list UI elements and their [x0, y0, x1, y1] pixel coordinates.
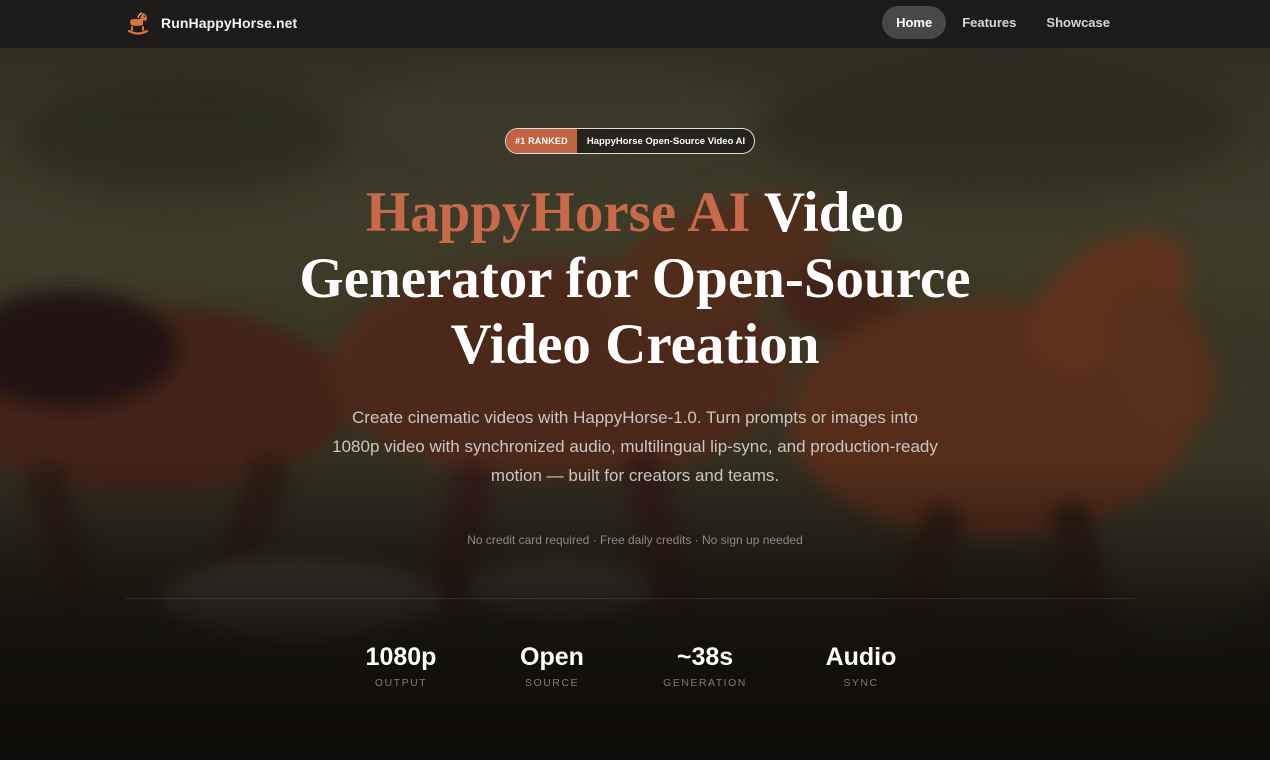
- headline-accent: HappyHorse AI: [365, 181, 751, 244]
- stat-generation: ~38s GENERATION: [635, 640, 775, 689]
- brand-logo-link[interactable]: RunHappyHorse.net: [125, 10, 297, 36]
- stat-value: Audio: [825, 643, 897, 671]
- stat-value: 1080p: [365, 643, 437, 671]
- stat-source: Open SOURCE: [482, 640, 622, 689]
- badge-rank-tag: #1 RANKED: [506, 129, 577, 153]
- section-divider: [125, 598, 1135, 599]
- stat-audio: Audio SYNC: [791, 640, 931, 689]
- stat-label: SYNC: [843, 677, 879, 689]
- stat-label: GENERATION: [663, 677, 747, 689]
- hero-fineprint: No credit card required · Free daily cre…: [467, 533, 803, 547]
- primary-nav: Home Features Showcase: [882, 6, 1124, 39]
- stat-value: ~38s: [676, 643, 734, 671]
- nav-features-link[interactable]: Features: [948, 6, 1030, 39]
- stat-value: Open: [520, 643, 584, 671]
- stats-row: 1080p OUTPUT Open SOURCE ~38s GENERATION…: [335, 640, 935, 700]
- ranking-badge: #1 RANKED HappyHorse Open-Source Video A…: [505, 128, 756, 154]
- rocking-horse-icon: [127, 12, 149, 35]
- nav-showcase-link[interactable]: Showcase: [1032, 6, 1124, 39]
- hero-headline: HappyHorse AI Video Generator for Open-S…: [235, 180, 1035, 378]
- stat-label: SOURCE: [525, 677, 579, 689]
- hero-subheading: Create cinematic videos with HappyHorse-…: [332, 408, 938, 485]
- stat-label: OUTPUT: [374, 677, 428, 689]
- stat-output: 1080p OUTPUT: [331, 640, 471, 689]
- top-navigation-bar: RunHappyHorse.net Home Features Showcase: [0, 0, 1270, 49]
- badge-label: HappyHorse Open-Source Video AI: [586, 135, 746, 147]
- brand-name: RunHappyHorse.net: [161, 15, 298, 31]
- nav-home-link[interactable]: Home: [882, 6, 947, 39]
